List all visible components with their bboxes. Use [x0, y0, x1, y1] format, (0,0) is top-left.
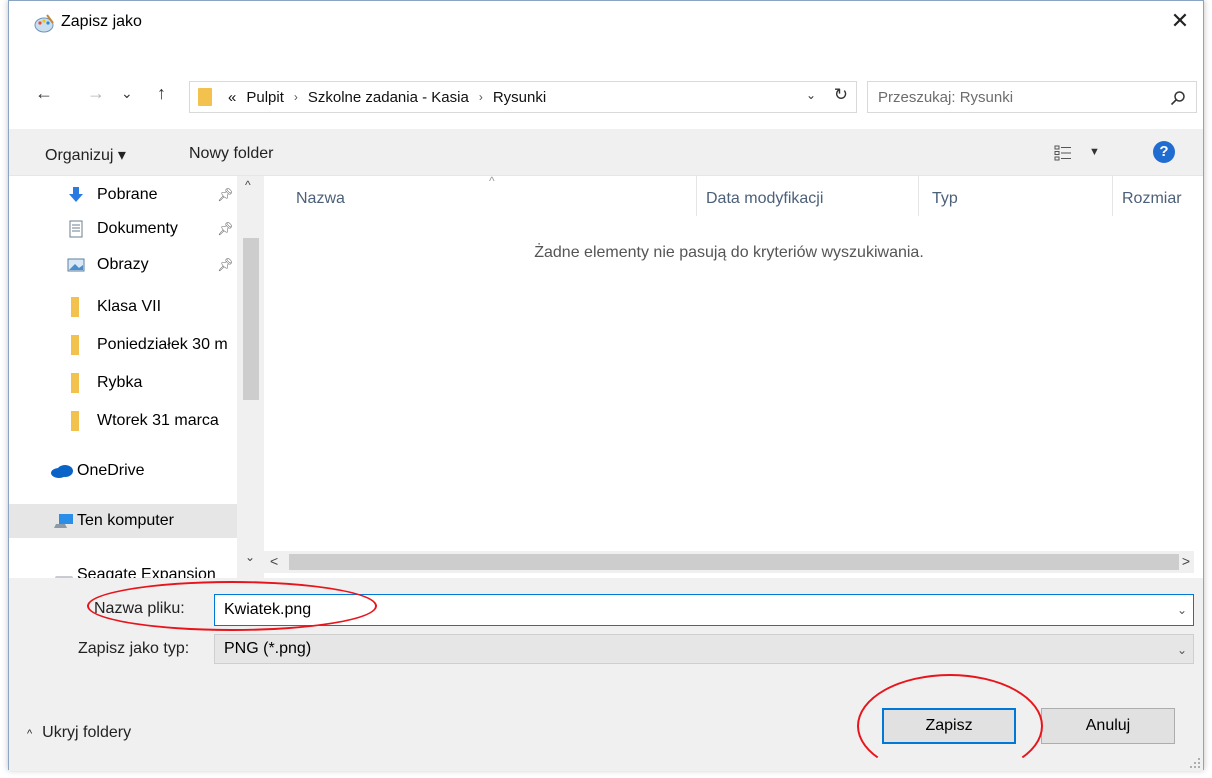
address-dropdown-icon[interactable]: ⌄ [806, 88, 816, 102]
command-bar: Organizuj ▾ Nowy folder ▼ ? [9, 129, 1203, 176]
window-title: Zapisz jako [61, 13, 142, 30]
nav-item-poniedzialek[interactable]: Poniedziałek 30 m [9, 328, 237, 362]
document-icon [69, 220, 83, 238]
recent-locations-chevron-icon[interactable]: ⌄ [121, 85, 133, 102]
address-bar[interactable]: « Pulpit › Szkolne zadania - Kasia › Rys… [189, 81, 857, 113]
column-divider[interactable] [918, 176, 919, 216]
view-options-dropdown-icon[interactable]: ▼ [1089, 146, 1100, 158]
breadcrumb-separator-icon[interactable]: › [294, 90, 298, 104]
forward-arrow-icon[interactable]: → [87, 83, 105, 104]
folder-icon [71, 335, 79, 355]
nav-item-label: Poniedziałek 30 m [97, 336, 228, 353]
scroll-left-icon[interactable]: < [270, 553, 278, 569]
breadcrumb-item-szkolne[interactable]: Szkolne zadania - Kasia [308, 89, 469, 106]
paint-palette-icon [34, 14, 54, 33]
file-list: ^ Nazwa Data modyfikacji Typ Rozmiar Żad… [264, 174, 1194, 578]
close-icon: ✕ [1170, 8, 1190, 33]
pictures-icon [67, 258, 85, 272]
help-icon[interactable]: ? [1153, 141, 1175, 163]
nav-item-label: Ten komputer [77, 512, 174, 529]
file-type-dropdown-icon[interactable]: ⌄ [1177, 643, 1187, 657]
empty-folder-message: Żadne elementy nie pasują do kryteriów w… [534, 244, 924, 261]
nav-item-label: OneDrive [77, 462, 145, 479]
organize-menu-button[interactable]: Organizuj ▾ [45, 145, 126, 165]
column-header-name[interactable]: Nazwa [296, 190, 345, 208]
file-list-horizontal-scrollbar[interactable]: < > [264, 551, 1194, 573]
nav-item-label: Dokumenty [97, 220, 178, 237]
folder-icon [71, 297, 79, 317]
breadcrumb: « Pulpit › Szkolne zadania - Kasia › Rys… [228, 89, 546, 106]
nav-item-wtorek[interactable]: Wtorek 31 marca [9, 404, 237, 438]
annotation-ellipse-save [857, 674, 1043, 778]
sort-ascending-icon: ^ [489, 174, 495, 188]
download-icon [69, 187, 83, 202]
scrollbar-thumb[interactable] [243, 238, 259, 400]
file-type-value: PNG (*.png) [224, 640, 312, 657]
column-header-size[interactable]: Rozmiar [1122, 190, 1182, 208]
onedrive-icon [51, 465, 73, 478]
folder-icon [71, 411, 79, 431]
file-type-label: Zapisz jako typ: [78, 640, 190, 657]
nav-item-klasa-vii[interactable]: Klasa VII [9, 290, 237, 324]
breadcrumb-separator-icon[interactable]: › [479, 90, 483, 104]
hide-folders-toggle[interactable]: ^ Ukryj foldery [27, 724, 131, 742]
scrollbar-thumb[interactable] [289, 554, 1179, 570]
column-divider[interactable] [1112, 176, 1113, 216]
nav-item-onedrive[interactable]: OneDrive [9, 454, 237, 488]
new-folder-button[interactable]: Nowy folder [189, 145, 273, 163]
refresh-icon[interactable]: ↻ [834, 85, 848, 105]
breadcrumb-item-rysunki[interactable]: Rysunki [493, 89, 546, 106]
drive-icon [55, 576, 73, 578]
search-placeholder: Przeszukaj: Rysunki [878, 89, 1014, 106]
pin-icon: 📌︎ [217, 187, 234, 202]
close-button[interactable]: ✕ [1157, 1, 1203, 41]
nav-item-label: Pobrane [97, 186, 158, 203]
nav-item-pobrane[interactable]: Pobrane 📌︎ [9, 178, 237, 212]
folder-icon [198, 88, 212, 106]
folder-icon [71, 373, 79, 393]
nav-item-label: Obrazy [97, 256, 149, 273]
navigation-pane: Pobrane 📌︎ Dokumenty 📌︎ Obrazy 📌︎ Klasa … [9, 176, 264, 578]
resize-grip-icon[interactable] [1189, 757, 1201, 769]
pin-icon: 📌︎ [217, 221, 234, 236]
pin-icon: 📌︎ [217, 257, 234, 272]
nav-item-obrazy[interactable]: Obrazy 📌︎ [9, 248, 237, 282]
view-details-icon[interactable] [1054, 145, 1072, 161]
nav-item-dokumenty[interactable]: Dokumenty 📌︎ [9, 212, 237, 246]
annotation-ellipse-filename [87, 581, 377, 631]
computer-icon [54, 514, 73, 528]
scroll-up-icon[interactable]: ^ [245, 178, 251, 192]
search-box[interactable]: Przeszukaj: Rysunki [867, 81, 1197, 113]
nav-item-label: Seagate Expansion [77, 566, 216, 578]
breadcrumb-overflow[interactable]: « [228, 89, 236, 106]
filename-history-dropdown-icon[interactable]: ⌄ [1177, 603, 1187, 617]
nav-item-label: Rybka [97, 374, 143, 391]
nav-item-seagate[interactable]: Seagate Expansion [9, 560, 237, 578]
file-type-select[interactable]: PNG (*.png) ⌄ [214, 634, 1194, 664]
nav-pane-scrollbar[interactable]: ^ ⌄ [237, 176, 264, 578]
hide-folders-label: Ukryj foldery [42, 724, 132, 741]
scroll-down-icon[interactable]: ⌄ [245, 550, 255, 564]
nav-item-rybka[interactable]: Rybka [9, 366, 237, 400]
cancel-button[interactable]: Anuluj [1041, 708, 1175, 744]
chevron-up-icon: ^ [27, 728, 33, 740]
up-arrow-icon[interactable]: ↑ [157, 83, 166, 104]
title-bar: Zapisz jako ✕ [9, 1, 1203, 41]
column-divider[interactable] [696, 176, 697, 216]
column-header-type[interactable]: Typ [932, 190, 958, 208]
column-header-date-modified[interactable]: Data modyfikacji [706, 190, 823, 208]
nav-item-label: Wtorek 31 marca [97, 412, 219, 429]
scroll-right-icon[interactable]: > [1182, 553, 1190, 569]
nav-item-ten-komputer[interactable]: Ten komputer [9, 504, 237, 538]
back-arrow-icon[interactable]: ← [35, 83, 53, 104]
nav-item-label: Klasa VII [97, 298, 162, 315]
save-as-dialog: Zapisz jako ✕ ← → ⌄ ↑ « Pulpit › Szkolne… [8, 0, 1204, 778]
search-icon [1170, 91, 1185, 106]
breadcrumb-item-pulpit[interactable]: Pulpit [246, 89, 284, 106]
